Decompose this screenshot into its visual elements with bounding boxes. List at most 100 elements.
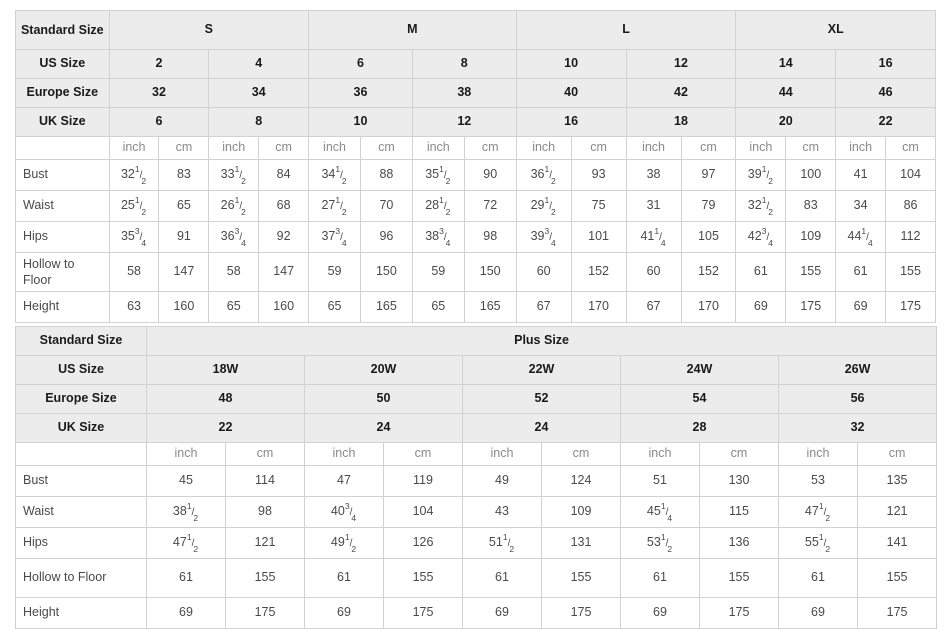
europe-size-cell: 40 <box>515 78 627 108</box>
europe-size-row: Europe Size 32 34 36 38 40 42 44 46 <box>15 78 936 108</box>
measurement-value: 152 <box>680 252 737 292</box>
plus-row-header-us-size: US Size <box>15 355 147 385</box>
measurement-value: 61 <box>735 252 787 292</box>
size-group-l: L <box>515 10 737 50</box>
measurement-value: 31 <box>625 190 682 222</box>
size-group-xl: XL <box>735 10 936 50</box>
plus-us-size-cell: 22W <box>462 355 621 385</box>
measurement-value: 34 <box>835 190 887 222</box>
fraction-value: 411/4 <box>640 226 666 249</box>
fraction-value: 331/2 <box>220 164 246 187</box>
plus-measurement-value: 511/2 <box>462 527 542 559</box>
uk-size-cell: 6 <box>108 107 210 137</box>
plus-europe-size-cell: 54 <box>620 384 779 414</box>
measurement-value: 59 <box>411 252 465 292</box>
plus-measurement-value: 155 <box>699 558 779 598</box>
plus-measurement-label-hollow-to-floor: Hollow to Floor <box>15 558 147 598</box>
measurement-value: 90 <box>463 159 517 191</box>
measurement-value: 63 <box>108 291 160 323</box>
fraction-value: 291/2 <box>530 195 556 218</box>
plus-unit-label-cm: cm <box>699 442 779 466</box>
unit-label-cm: cm <box>785 136 837 160</box>
plus-measurement-value: 551/2 <box>778 527 858 559</box>
unit-label-cm: cm <box>158 136 210 160</box>
fraction-value: 353/4 <box>120 226 147 249</box>
fraction-value: 491/2 <box>330 532 357 555</box>
unit-label-cm: cm <box>258 136 310 160</box>
measurement-value: 170 <box>680 291 737 323</box>
plus-measurement-value: 61 <box>146 558 226 598</box>
fraction-value: 423/4 <box>747 226 773 249</box>
measurement-value: 93 <box>570 159 627 191</box>
plus-measurement-value: 471/2 <box>146 527 226 559</box>
plus-measurement-value: 155 <box>225 558 305 598</box>
plus-measurement-value: 114 <box>225 465 305 497</box>
measurement-value: 423/4 <box>735 221 787 253</box>
fraction-value: 321/2 <box>120 164 147 187</box>
plus-measurement-value: 69 <box>778 597 858 629</box>
us-size-cell: 4 <box>208 49 310 79</box>
measurement-value: 152 <box>570 252 627 292</box>
unit-label-inch: inch <box>835 136 887 160</box>
measurement-value: 411/4 <box>625 221 682 253</box>
plus-unit-label-inch: inch <box>620 442 700 466</box>
plus-measurement-value: 175 <box>383 597 463 629</box>
measurement-value: 155 <box>885 252 936 292</box>
plus-measurement-value: 471/2 <box>778 496 858 528</box>
plus-measurement-value: 403/4 <box>304 496 384 528</box>
plus-measurement-value: 155 <box>383 558 463 598</box>
plus-unit-label-inch: inch <box>462 442 542 466</box>
measurement-value: 67 <box>625 291 682 323</box>
plus-us-size-cell: 18W <box>146 355 305 385</box>
measurement-value: 68 <box>258 190 310 222</box>
measurement-value: 65 <box>308 291 361 323</box>
plus-measurement-value: 141 <box>856 527 938 559</box>
plus-measurement-value: 121 <box>225 527 305 559</box>
unit-label-inch: inch <box>208 136 260 160</box>
europe-size-cell: 38 <box>411 78 517 108</box>
measurement-label-hips: Hips <box>15 221 110 253</box>
plus-measurement-row: Hollow to Floor 61 155 61 155 61 155 61 155 61 155 <box>15 558 938 598</box>
europe-size-cell: 46 <box>835 78 936 108</box>
plus-us-size-cell: 26W <box>777 355 938 385</box>
plus-measurement-label-height: Height <box>15 597 147 629</box>
plus-measurement-row: Waist 381/2 98 403/4 104 43 109 451/4 115 471/2 12… <box>15 496 938 528</box>
fraction-value: 341/2 <box>321 164 347 187</box>
plus-row-header-uk-size: UK Size <box>15 413 147 443</box>
measurement-row: Waist 251/2 65 261/2 68 271/2 70 281/2 72 291/2 75… <box>15 190 936 222</box>
plus-uk-size-cell: 28 <box>620 413 779 443</box>
unit-label-cm: cm <box>885 136 936 160</box>
measurement-value: 321/2 <box>735 190 787 222</box>
measurement-value: 96 <box>359 221 413 253</box>
uk-size-cell: 16 <box>515 107 627 137</box>
size-group-m: M <box>308 10 517 50</box>
plus-row-header-europe-size: Europe Size <box>15 384 147 414</box>
fraction-value: 361/2 <box>530 164 556 187</box>
plus-measurement-value: 43 <box>462 496 542 528</box>
plus-measurement-label-hips: Hips <box>15 527 147 559</box>
fraction-value: 321/2 <box>747 195 773 218</box>
plus-measurement-value: 175 <box>856 597 938 629</box>
plus-measurement-row: Hips 471/2 121 491/2 126 511/2 131 531/2 136 551/… <box>15 527 938 559</box>
measurement-row: Hips 353/4 91 363/4 92 373/4 96 383/4 98 393/4 101… <box>15 221 936 253</box>
europe-size-cell: 44 <box>735 78 837 108</box>
europe-size-cell: 36 <box>308 78 413 108</box>
standard-size-group-row: Standard Size S M L XL <box>15 10 936 50</box>
measurement-value: 97 <box>680 159 737 191</box>
measurement-value: 104 <box>885 159 936 191</box>
row-header-europe-size: Europe Size <box>15 78 110 108</box>
plus-measurement-value: 51 <box>620 465 700 497</box>
plus-measurement-value: 61 <box>778 558 858 598</box>
measurement-value: 331/2 <box>208 159 260 191</box>
fraction-value: 471/2 <box>172 532 199 555</box>
measurement-value: 155 <box>785 252 837 292</box>
plus-measurement-value: 491/2 <box>304 527 384 559</box>
measurement-value: 373/4 <box>308 221 361 253</box>
plus-measurement-value: 124 <box>541 465 621 497</box>
measurement-value: 150 <box>359 252 413 292</box>
measurement-value: 61 <box>835 252 887 292</box>
measurement-row: Hollow to Floor 58 147 58 147 59 150 59 150 60 152 6… <box>15 252 936 292</box>
fraction-value: 393/4 <box>530 226 556 249</box>
plus-measurement-value: 69 <box>462 597 542 629</box>
uk-size-row: UK Size 6 8 10 12 16 18 20 22 <box>15 107 936 137</box>
